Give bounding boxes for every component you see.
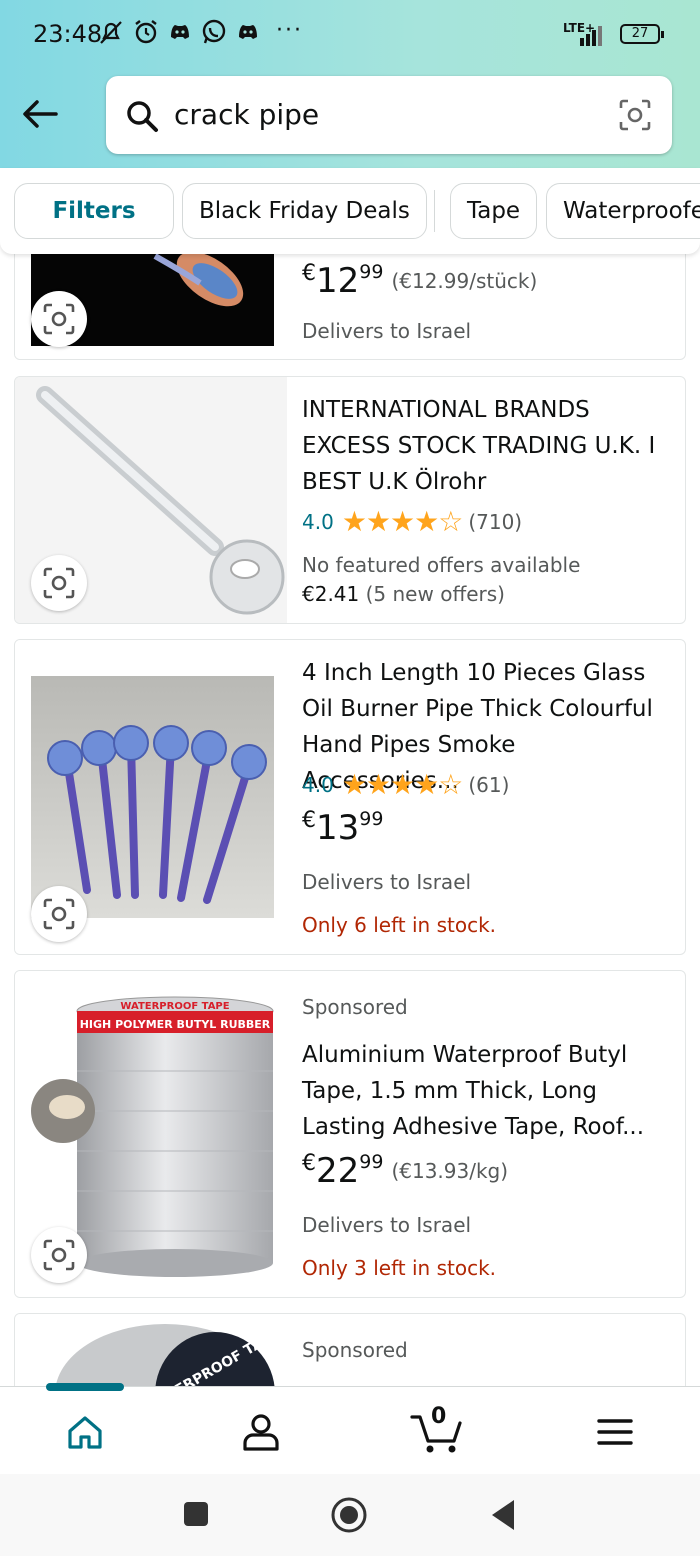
star-rating-icon: ★★★★☆ — [341, 505, 464, 538]
battery-icon: 27 — [620, 24, 664, 44]
product-price-row: €1399 — [302, 808, 383, 848]
product-title[interactable]: Aluminium Waterproof Butyl Tape, 1.5 mm … — [302, 1037, 675, 1145]
status-bar: 23:48 ··· LTE+ 27 — [0, 0, 700, 70]
discord-icon — [171, 25, 189, 39]
no-offers-text: No featured offers available — [302, 553, 581, 577]
active-tab-indicator — [46, 1383, 124, 1391]
notification-icons — [96, 18, 262, 46]
product-card[interactable]: 4 Inch Length 10 Pieces Glass Oil Burner… — [14, 639, 686, 955]
cart-count: 0 — [431, 1404, 447, 1429]
product-title[interactable]: INTERNATIONAL BRANDS EXCESS STOCK TRADIN… — [302, 392, 675, 500]
product-card[interactable]: INTERNATIONAL BRANDS EXCESS STOCK TRADIN… — [14, 376, 686, 624]
waterproof-chip[interactable]: Waterproofe — [546, 183, 700, 239]
product-price-row: €2299 (€13.93/kg) — [302, 1151, 508, 1191]
review-count: (710) — [468, 509, 523, 534]
product-card[interactable]: HIGH POLYMER BUTYL RUBBER WATERPROOF TAP… — [14, 970, 686, 1298]
app-header: 23:48 ··· LTE+ 27 crack pipe — [0, 0, 700, 168]
product-price-row: €1299 (€12.99/stück) — [302, 261, 537, 301]
product-rating[interactable]: 4.0 ★★★★☆ (61) — [302, 768, 509, 801]
tape-label-text: HIGH POLYMER BUTYL RUBBER — [80, 1018, 271, 1031]
visual-search-button[interactable] — [31, 291, 87, 347]
account-icon[interactable] — [236, 1407, 286, 1457]
product-image[interactable]: HIGH POLYMER BUTYL RUBBER WATERPROOF TAP… — [15, 971, 287, 1297]
rating-value: 4.0 — [302, 772, 334, 797]
delivery-text: Delivers to Israel — [302, 319, 472, 343]
rating-value: 4.0 — [302, 509, 334, 534]
camera-search-icon[interactable] — [618, 98, 652, 132]
home-system-icon[interactable] — [330, 1496, 368, 1534]
product-price: €2299 — [302, 1151, 384, 1191]
system-navigation-bar — [0, 1474, 700, 1556]
lens-icon — [43, 303, 75, 335]
mute-bell-icon — [100, 21, 122, 44]
status-time: 23:48 — [33, 20, 103, 48]
sponsored-label: Sponsored — [302, 1338, 408, 1362]
delivery-text: Delivers to Israel — [302, 1213, 472, 1237]
signal-icon — [580, 26, 602, 46]
search-icon — [127, 101, 158, 132]
discord-icon-2 — [239, 25, 257, 39]
more-notifications-icon: ··· — [276, 18, 303, 43]
product-price: €1399 — [302, 808, 384, 848]
black-friday-chip[interactable]: Black Friday Deals — [182, 183, 427, 239]
lens-icon — [43, 567, 75, 599]
recents-icon[interactable] — [182, 1500, 210, 1528]
review-count: (61) — [468, 772, 510, 797]
visual-search-button[interactable] — [31, 886, 87, 942]
offer-count: (5 new offers) — [365, 582, 505, 606]
tape-chip[interactable]: Tape — [450, 183, 538, 239]
offers-row[interactable]: €2.41 (5 new offers) — [302, 582, 505, 606]
unit-price: (€13.93/kg) — [391, 1159, 509, 1183]
filter-chips-bar: Filters Black Friday Deals Tape Waterpro… — [0, 168, 700, 254]
filters-chip[interactable]: Filters — [14, 183, 174, 239]
back-system-icon[interactable] — [488, 1498, 518, 1532]
search-input[interactable]: crack pipe — [174, 98, 319, 131]
visual-search-button[interactable] — [31, 1227, 87, 1283]
offer-price: €2.41 — [302, 582, 360, 606]
menu-icon[interactable] — [590, 1407, 640, 1457]
lens-icon — [43, 898, 75, 930]
lens-icon — [43, 1239, 75, 1271]
whatsapp-icon — [202, 19, 226, 44]
cart-button[interactable]: 0 — [408, 1401, 464, 1461]
alarm-icon — [135, 20, 157, 44]
product-price: €1299 — [302, 261, 384, 301]
bottom-navigation: 0 — [0, 1383, 700, 1474]
delivery-text: Delivers to Israel — [302, 870, 472, 894]
stock-warning: Only 3 left in stock. — [302, 1256, 497, 1280]
chip-divider — [434, 190, 435, 232]
visual-search-button[interactable] — [31, 555, 87, 611]
product-rating[interactable]: 4.0 ★★★★☆ (710) — [302, 505, 522, 538]
product-image[interactable] — [15, 377, 287, 623]
back-arrow-icon[interactable] — [20, 94, 60, 134]
tape-brand-text: WATERPROOF TAPE — [120, 1001, 229, 1012]
unit-price: (€12.99/stück) — [391, 269, 538, 293]
search-bar[interactable]: crack pipe — [106, 76, 672, 154]
sponsored-label: Sponsored — [302, 995, 408, 1019]
product-image[interactable] — [15, 640, 287, 954]
home-icon[interactable] — [60, 1407, 110, 1457]
star-rating-icon: ★★★★☆ — [341, 768, 464, 801]
stock-warning: Only 6 left in stock. — [302, 913, 497, 937]
